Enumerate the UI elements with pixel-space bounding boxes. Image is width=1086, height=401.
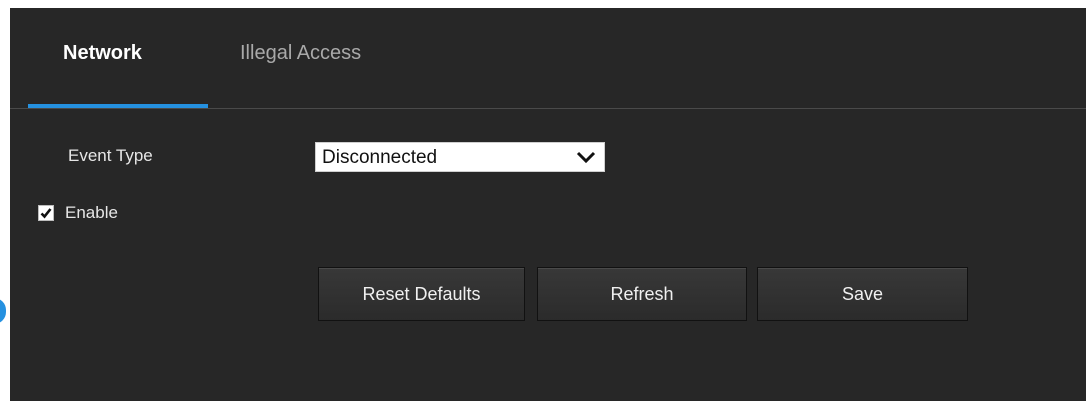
enable-checkbox[interactable] xyxy=(38,205,54,221)
checkmark-icon xyxy=(40,208,52,219)
tab-network[interactable]: Network xyxy=(63,42,142,65)
reset-defaults-button[interactable]: Reset Defaults xyxy=(318,267,525,321)
settings-panel: Network Illegal Access Event Type Discon… xyxy=(10,8,1086,401)
chevron-down-icon xyxy=(576,150,596,164)
tab-bar: Network Illegal Access xyxy=(10,8,1086,109)
event-type-selected-value: Disconnected xyxy=(322,147,438,168)
side-panel-handle[interactable] xyxy=(0,298,6,324)
refresh-button[interactable]: Refresh xyxy=(537,267,747,321)
save-button[interactable]: Save xyxy=(757,267,968,321)
enable-label: Enable xyxy=(65,203,118,222)
event-type-label: Event Type xyxy=(68,146,153,165)
event-type-select[interactable]: Disconnected xyxy=(315,142,605,172)
active-tab-indicator xyxy=(28,104,208,108)
tab-illegal-access[interactable]: Illegal Access xyxy=(240,42,361,65)
